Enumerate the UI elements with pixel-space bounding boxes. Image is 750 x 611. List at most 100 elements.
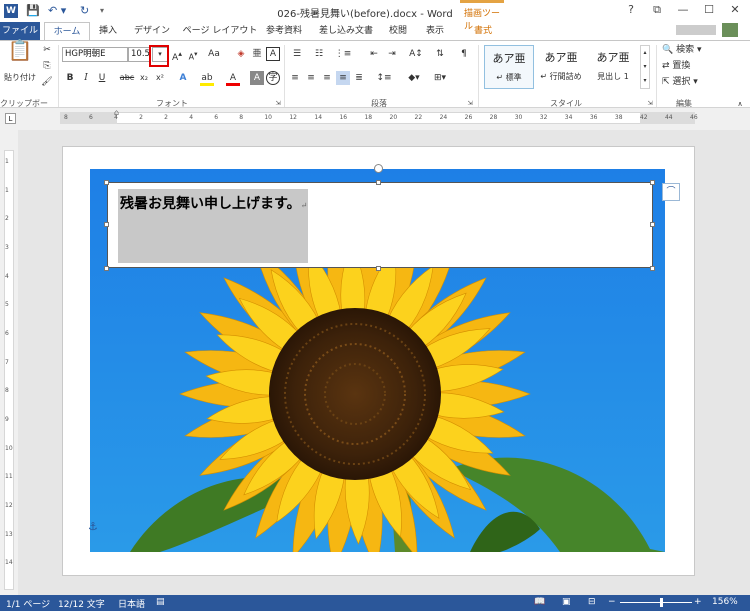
paste-button-label[interactable]: 貼り付け bbox=[2, 71, 38, 85]
resize-handle[interactable] bbox=[104, 266, 109, 271]
multilevel-list-icon[interactable]: ⋮≡ bbox=[334, 47, 352, 61]
font-name-box[interactable]: HGP明朝E bbox=[62, 47, 128, 62]
find-button[interactable]: 🔍 検索 ▾ bbox=[662, 43, 710, 57]
close-button[interactable]: ✕ bbox=[722, 0, 748, 20]
change-case-button[interactable]: Aa bbox=[204, 47, 224, 61]
rotate-handle-icon[interactable] bbox=[374, 164, 383, 173]
zoom-in-icon[interactable]: + bbox=[694, 597, 702, 607]
word-count[interactable]: 12/12 文字 bbox=[58, 597, 105, 610]
zoom-out-icon[interactable]: − bbox=[608, 597, 616, 607]
read-mode-icon[interactable]: 📖 bbox=[534, 597, 545, 607]
tab-insert[interactable]: 挿入 bbox=[92, 22, 124, 40]
layout-options-icon[interactable]: ⌒ bbox=[662, 183, 680, 201]
indent-marker-icon[interactable]: ⌂ bbox=[114, 108, 119, 117]
zoom-slider-thumb[interactable] bbox=[660, 598, 663, 607]
maximize-button[interactable]: ☐ bbox=[696, 0, 722, 20]
increase-indent-icon[interactable]: ⇥ bbox=[384, 47, 400, 61]
tab-page-layout[interactable]: ページ レイアウト bbox=[180, 22, 260, 40]
highlighted-font-size-dropdown[interactable] bbox=[149, 45, 169, 67]
page-count[interactable]: 1/1 ページ bbox=[6, 597, 50, 610]
copy-icon[interactable]: ⎘ bbox=[40, 59, 54, 73]
superscript-button[interactable]: x² bbox=[154, 71, 166, 85]
redo-icon[interactable]: ↻ bbox=[80, 4, 89, 18]
justify-icon[interactable]: ≡ bbox=[336, 71, 350, 85]
style-heading-1[interactable]: あア亜 見出し 1 bbox=[588, 45, 638, 89]
web-layout-icon[interactable]: ⊟ bbox=[588, 597, 596, 607]
grow-font-icon[interactable]: A▴ bbox=[170, 47, 184, 65]
character-border-icon[interactable]: A bbox=[266, 47, 280, 61]
format-painter-icon[interactable]: 🖌 bbox=[40, 75, 54, 89]
borders-icon[interactable]: ⊞▾ bbox=[430, 71, 450, 85]
macro-record-icon[interactable]: ▤ bbox=[156, 597, 165, 607]
resize-handle[interactable] bbox=[376, 266, 381, 271]
cursor-icon: ⇱ bbox=[662, 77, 670, 87]
cut-icon[interactable]: ✂ bbox=[40, 43, 54, 57]
font-color-icon[interactable]: A bbox=[226, 71, 240, 86]
resize-handle[interactable] bbox=[104, 180, 109, 185]
qat-customize-icon[interactable]: ▾ bbox=[100, 6, 104, 20]
bullets-icon[interactable]: ☰ bbox=[288, 47, 306, 61]
decrease-indent-icon[interactable]: ⇤ bbox=[366, 47, 382, 61]
paste-icon[interactable]: 📋 bbox=[6, 40, 34, 69]
vertical-ruler[interactable]: 1 1 2 3 4 5 6 7 8 9 10 11 12 13 14 bbox=[0, 130, 18, 595]
account-name[interactable] bbox=[676, 25, 716, 35]
resize-handle[interactable] bbox=[650, 266, 655, 271]
highlight-icon[interactable]: ab bbox=[200, 71, 214, 86]
font-size-box[interactable]: 10.5 bbox=[128, 47, 150, 62]
tab-view[interactable]: 表示 bbox=[420, 22, 450, 40]
avatar[interactable] bbox=[722, 23, 738, 37]
style-normal[interactable]: あア亜 ↵ 標準 bbox=[484, 45, 534, 89]
align-center-icon[interactable]: ≡ bbox=[304, 71, 318, 85]
text-direction-icon[interactable]: A↕ bbox=[406, 47, 426, 61]
language-indicator[interactable]: 日本語 bbox=[118, 597, 145, 610]
print-layout-icon[interactable]: ▣ bbox=[562, 597, 571, 607]
numbering-icon[interactable]: ☷ bbox=[310, 47, 328, 61]
styles-scroll-icon[interactable]: ▴ ▾ ▾ bbox=[640, 45, 650, 89]
italic-button[interactable]: I bbox=[80, 71, 92, 85]
resize-handle[interactable] bbox=[104, 222, 109, 227]
resize-handle[interactable] bbox=[376, 180, 381, 185]
style-sample: あア亜 bbox=[596, 51, 630, 64]
style-sample: あア亜 bbox=[544, 51, 578, 64]
show-marks-icon[interactable]: ¶ bbox=[456, 47, 472, 61]
sort-icon[interactable]: ⇅ bbox=[432, 47, 448, 61]
character-shading-icon[interactable]: A bbox=[250, 71, 264, 85]
zoom-slider[interactable] bbox=[620, 602, 692, 603]
shrink-font-icon[interactable]: A▾ bbox=[186, 47, 200, 65]
horizontal-ruler[interactable]: L 8 6 4 2 2 4 6 8 10 12 14 16 18 20 22 24 26 28 30 32 34 36 38… bbox=[0, 108, 750, 130]
align-right-icon[interactable]: ≡ bbox=[320, 71, 334, 85]
ruler-tick-label: 12 bbox=[289, 114, 297, 121]
line-spacing-icon[interactable]: ↕≡ bbox=[374, 71, 394, 85]
style-no-spacing[interactable]: あア亜 ↵ 行間詰め bbox=[536, 45, 586, 89]
shading-icon[interactable]: ◆▾ bbox=[404, 71, 424, 85]
phonetic-guide-icon[interactable]: 亜 bbox=[250, 47, 264, 61]
subscript-button[interactable]: x₂ bbox=[138, 71, 150, 85]
undo-icon[interactable]: ↶ ▾ bbox=[48, 4, 66, 18]
tab-mailings[interactable]: 差し込み文書 bbox=[314, 22, 378, 40]
tab-review[interactable]: 校閲 bbox=[384, 22, 412, 40]
underline-button[interactable]: U bbox=[96, 71, 108, 85]
tab-home[interactable]: ホーム bbox=[44, 22, 90, 40]
distributed-icon[interactable]: ≣ bbox=[352, 71, 366, 85]
replace-button[interactable]: ⇄ 置換 bbox=[662, 59, 710, 73]
clear-formatting-icon[interactable]: ◈ bbox=[234, 47, 248, 61]
bold-button[interactable]: B bbox=[64, 71, 76, 85]
enclose-characters-icon[interactable]: 字 bbox=[266, 71, 280, 85]
resize-handle[interactable] bbox=[650, 222, 655, 227]
strikethrough-button[interactable]: abc bbox=[118, 71, 136, 85]
align-left-icon[interactable]: ≡ bbox=[288, 71, 302, 85]
save-icon[interactable]: 💾 bbox=[26, 4, 40, 18]
text-box[interactable]: 残暑お見舞い申し上げます。↵ bbox=[107, 182, 653, 268]
tab-references[interactable]: 参考資料 bbox=[262, 22, 306, 40]
minimize-button[interactable]: — bbox=[670, 0, 696, 20]
help-button[interactable]: ? bbox=[618, 0, 644, 20]
select-button[interactable]: ⇱ 選択 ▾ bbox=[662, 75, 710, 89]
greeting-text[interactable]: 残暑お見舞い申し上げます。↵ bbox=[120, 193, 307, 213]
tab-design[interactable]: デザイン bbox=[130, 22, 174, 40]
zoom-level[interactable]: 156% bbox=[712, 597, 738, 607]
ribbon-display-button[interactable]: ⧉ bbox=[644, 0, 670, 20]
tab-selector-icon[interactable]: L bbox=[5, 113, 16, 124]
tab-format[interactable]: 書式 bbox=[466, 22, 500, 40]
text-effects-icon[interactable]: A bbox=[176, 71, 190, 85]
resize-handle[interactable] bbox=[650, 180, 655, 185]
